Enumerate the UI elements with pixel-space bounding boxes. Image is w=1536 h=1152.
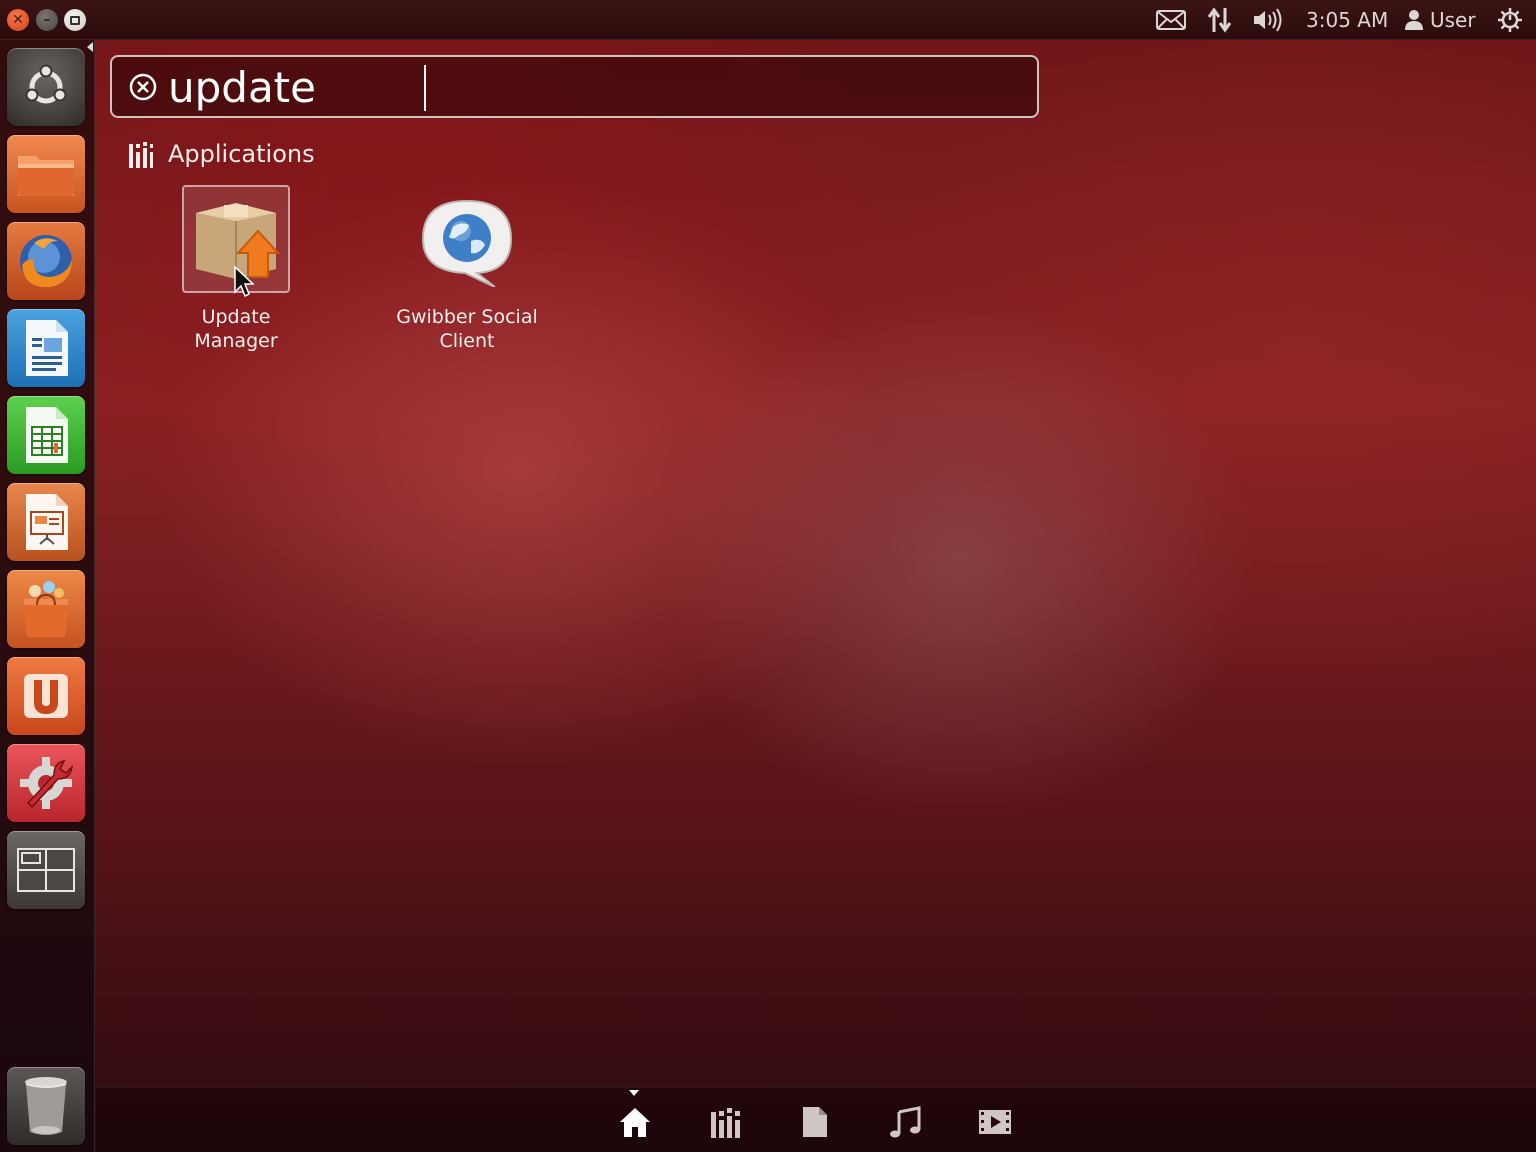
category-label: Applications [168,140,315,168]
user-menu-indicator[interactable]: User [1404,6,1476,34]
dash-home-button[interactable] [7,48,85,126]
files-lens-button[interactable] [798,1105,832,1139]
messaging-indicator[interactable] [1156,6,1186,34]
files-lens-icon [803,1107,827,1137]
top-panel: ✕ – 3:05 AM User [0,0,1536,40]
writer-launcher[interactable] [7,309,85,387]
result-label-line: Gwibber Social [396,306,538,328]
network-indicator[interactable] [1206,6,1234,34]
power-gear-icon [1498,8,1522,32]
gwibber-globe-icon [421,199,513,287]
writer-document-icon [26,320,68,376]
launcher [0,40,95,1152]
clear-search-button[interactable] [128,72,158,106]
settings-wrench-icon [20,757,74,809]
result-label-line: Client [439,330,495,352]
volume-icon [1254,8,1282,32]
minimize-icon: – [43,12,51,28]
files-launcher[interactable] [7,135,85,213]
session-indicator[interactable] [1496,6,1524,34]
user-icon [1405,10,1423,30]
trash-launcher[interactable] [7,1067,85,1145]
ubuntu-logo-icon [25,64,67,104]
result-label-line: Update [201,306,271,328]
result-label: Update Manager [160,305,312,353]
firefox-launcher[interactable] [7,222,85,300]
maximize-window-button[interactable] [64,9,86,31]
workspace-switcher-launcher[interactable] [7,831,85,909]
video-lens-button[interactable] [978,1105,1012,1139]
result-label-line: Manager [194,330,278,352]
text-caret [424,65,426,111]
launcher-active-arrow [87,42,93,52]
result-label: Gwibber Social Client [392,305,542,353]
dash-search-box[interactable] [110,55,1039,118]
dash-background [0,0,1536,1152]
firefox-icon [20,235,72,288]
video-lens-icon [979,1110,1011,1134]
mouse-cursor-icon [234,266,254,298]
trash-icon [25,1077,67,1135]
home-lens-button[interactable] [618,1105,652,1139]
lens-bar [96,1087,1536,1152]
system-settings-launcher[interactable] [7,744,85,822]
clock-indicator[interactable]: 3:05 AM [1306,6,1388,34]
calc-launcher[interactable] [7,396,85,474]
folder-icon [18,156,74,196]
category-header[interactable]: Applications [128,140,315,168]
workspace-icon [17,848,75,892]
clock-text: 3:05 AM [1306,8,1389,32]
network-icon [1207,7,1232,33]
close-icon: ✕ [12,12,24,28]
home-lens-icon [620,1108,650,1137]
impress-launcher[interactable] [7,483,85,561]
volume-indicator[interactable] [1252,6,1284,34]
result-icon-frame [413,185,521,293]
presentation-icon [26,494,68,550]
active-lens-marker [629,1090,639,1096]
maximize-icon [70,15,80,25]
minimize-window-button[interactable]: – [36,9,58,31]
software-center-launcher[interactable] [7,570,85,648]
music-lens-button[interactable] [888,1105,922,1139]
close-window-button[interactable]: ✕ [7,9,29,31]
applications-lens-button[interactable] [708,1105,742,1139]
applications-category-icon [129,142,153,168]
user-name: User [1430,8,1476,32]
applications-lens-icon [711,1108,740,1138]
spreadsheet-icon [26,407,68,463]
shopping-bag-icon [23,581,69,637]
ubuntu-one-icon [24,674,68,718]
mail-icon [1156,10,1186,30]
result-gwibber-social-client[interactable]: Gwibber Social Client [392,185,542,353]
search-input[interactable] [168,63,1018,111]
ubuntu-one-launcher[interactable] [7,657,85,735]
clear-icon [129,73,157,101]
music-lens-icon [890,1106,921,1138]
